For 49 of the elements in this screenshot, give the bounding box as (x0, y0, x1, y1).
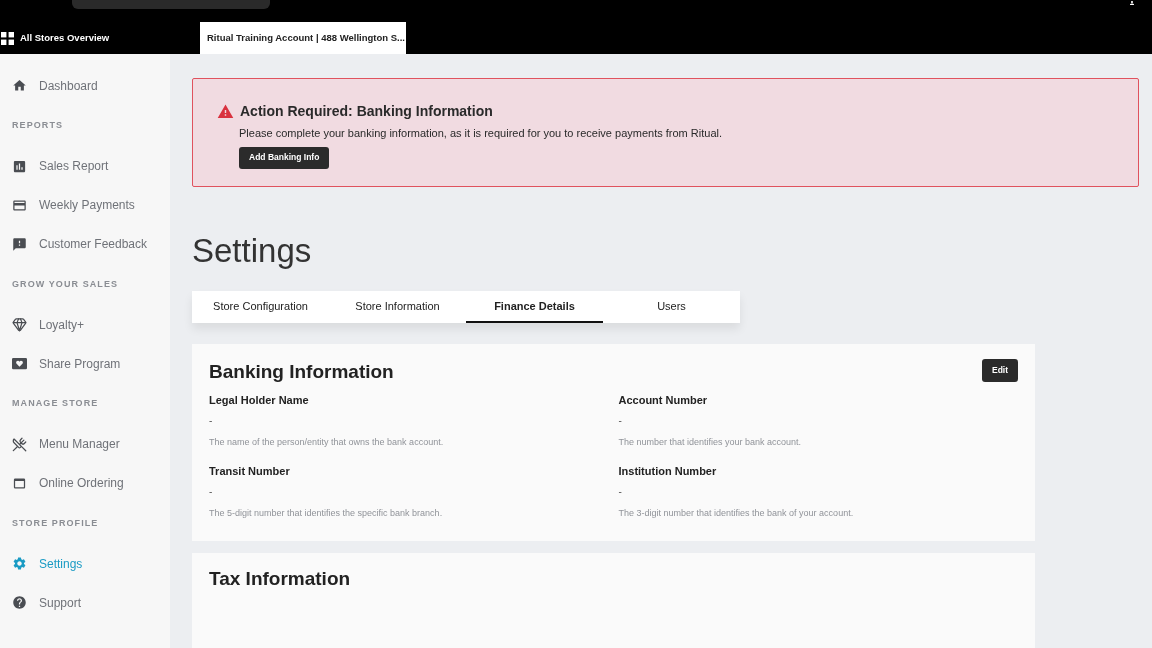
alert-message: Please complete your banking information, as it is required for you to receive payments from Ritual. (239, 126, 723, 141)
field-hint: The name of the person/entity that owns the bank account. (209, 435, 445, 448)
add-banking-info-button[interactable]: Add Banking Info (239, 146, 330, 169)
chat-bubble-icon (12, 236, 27, 252)
field-label: Transit Number (209, 463, 291, 478)
sidebar-item[interactable]: Dashboard (0, 66, 170, 105)
tab[interactable]: Store Configuration (192, 291, 329, 323)
help-icon (12, 595, 27, 610)
tab[interactable]: Users (603, 291, 740, 323)
gem-icon (12, 317, 27, 332)
tab[interactable]: Finance Details (466, 291, 603, 323)
sidebar-item[interactable]: Support (0, 583, 170, 622)
field-value: - (209, 414, 213, 427)
field-label: Account Number (618, 392, 709, 407)
section-heading: GROW YOUR SALES (11, 277, 120, 291)
section-title: Banking Information (209, 360, 394, 384)
field-hint: The 3-digit number that identifies the bank of your account. (618, 506, 855, 519)
heart-icon (12, 356, 27, 371)
field-label: Institution Number (618, 463, 718, 478)
section-heading: STORE PROFILE (11, 516, 100, 530)
settings-icon (12, 556, 27, 571)
sidebar-item[interactable]: Online Ordering (0, 463, 170, 503)
overview-link[interactable]: All Stores Overview (20, 30, 110, 46)
grid-icon (1, 31, 14, 45)
field-label: Legal Holder Name (209, 392, 310, 407)
field-value: - (209, 485, 213, 498)
sidebar-item[interactable]: Sales Report (0, 146, 170, 186)
sidebar-item[interactable]: Settings (0, 544, 170, 583)
utensils-icon (12, 436, 27, 452)
warning-icon (217, 103, 234, 120)
section-heading: MANAGE STORE (11, 397, 100, 410)
sidebar-item[interactable]: Customer Feedback (0, 224, 170, 264)
section-title: Tax Information (209, 566, 352, 591)
section-heading: REPORTS (11, 119, 65, 132)
field-hint: The number that identifies your bank account. (618, 435, 803, 448)
home-icon (12, 78, 27, 93)
field-value: - (618, 414, 622, 427)
sidebar-item[interactable]: Weekly Payments (0, 185, 170, 225)
edit-button[interactable]: Edit (982, 358, 1018, 382)
sidebar-item[interactable]: Loyalty+ (0, 305, 170, 344)
sidebar-item[interactable]: Share Program (0, 344, 170, 383)
bar-chart-icon (12, 158, 27, 174)
store-tab[interactable]: Ritual Training Account | 488 Wellington S... (200, 22, 406, 54)
field-hint: The 5-digit number that identifies the specific bank branch. (209, 506, 444, 519)
field-value: - (618, 485, 622, 498)
tab[interactable]: Store Information (329, 291, 466, 323)
alert-title: Action Required: Banking Information (240, 102, 493, 121)
page-title: Settings (192, 231, 313, 271)
sidebar-item[interactable]: Menu Manager (0, 424, 170, 464)
